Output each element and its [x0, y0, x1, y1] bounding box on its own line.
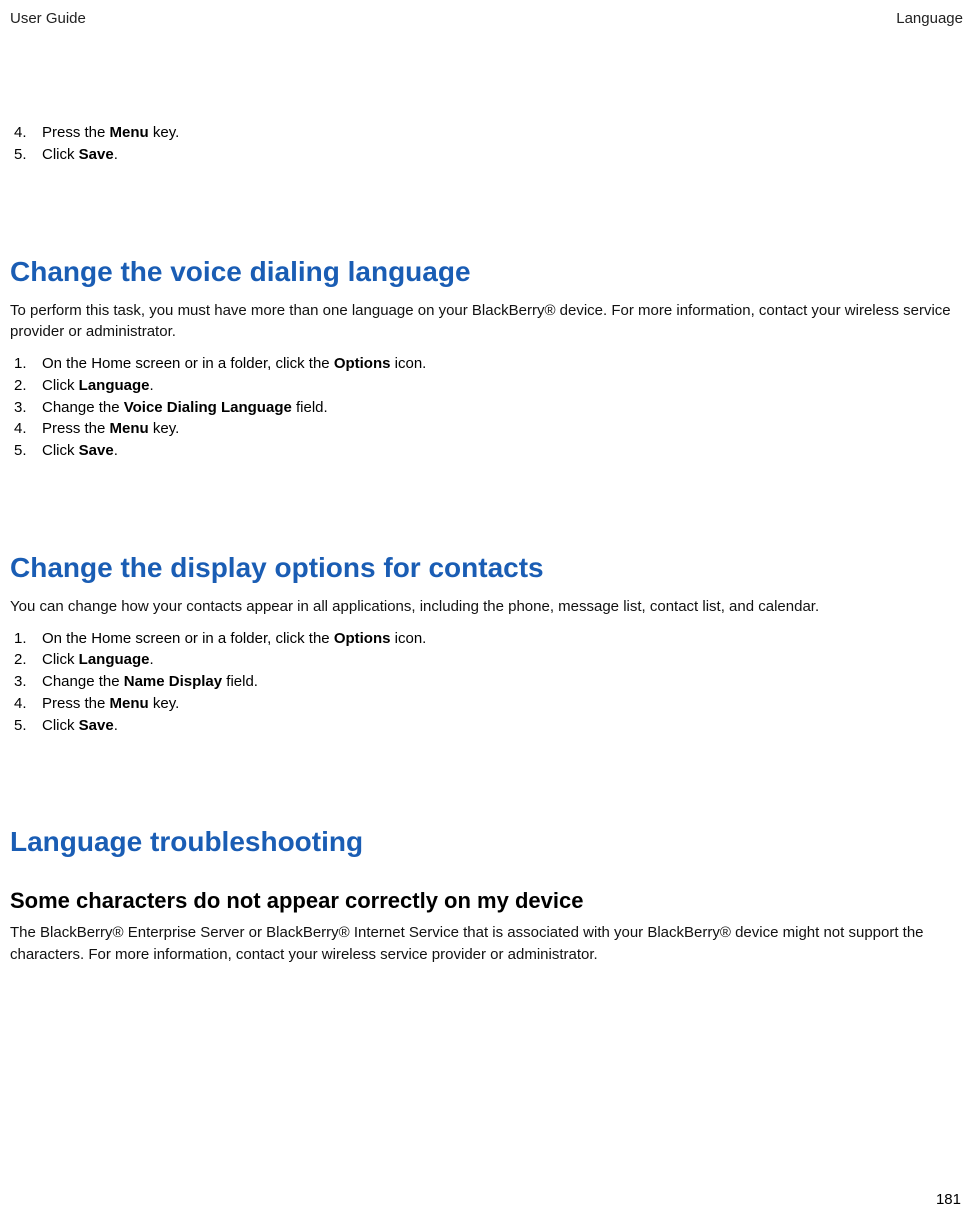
step-text: Click Save. [42, 440, 118, 462]
step-text: Click Language. [42, 375, 154, 397]
voice-dialing-steps: 1. On the Home screen or in a folder, cl… [10, 353, 963, 462]
step-number: 5. [14, 440, 42, 462]
page-content: 4. Press the Menu key. 5. Click Save. Ch… [10, 122, 963, 966]
list-item: 5. Click Save. [14, 715, 963, 737]
list-item: 2. Click Language. [14, 649, 963, 671]
step-text: Change the Voice Dialing Language field. [42, 397, 328, 419]
intro-paragraph: To perform this task, you must have more… [10, 300, 963, 344]
step-text: Click Language. [42, 649, 154, 671]
step-number: 1. [14, 353, 42, 375]
heading-troubleshooting: Language troubleshooting [10, 826, 963, 858]
step-number: 5. [14, 144, 42, 166]
heading-voice-dialing: Change the voice dialing language [10, 256, 963, 288]
step-number: 4. [14, 418, 42, 440]
list-item: 4. Press the Menu key. [14, 418, 963, 440]
list-item: 5. Click Save. [14, 440, 963, 462]
step-number: 1. [14, 628, 42, 650]
step-number: 3. [14, 671, 42, 693]
header-right: Language [896, 10, 963, 27]
step-number: 2. [14, 649, 42, 671]
list-item: 2. Click Language. [14, 375, 963, 397]
step-number: 4. [14, 122, 42, 144]
subheading-characters: Some characters do not appear correctly … [10, 888, 963, 914]
step-text: On the Home screen or in a folder, click… [42, 628, 426, 650]
list-item: 3. Change the Voice Dialing Language fie… [14, 397, 963, 419]
step-text: Press the Menu key. [42, 122, 179, 144]
step-number: 3. [14, 397, 42, 419]
list-item: 1. On the Home screen or in a folder, cl… [14, 628, 963, 650]
step-text: Click Save. [42, 715, 118, 737]
display-options-steps: 1. On the Home screen or in a folder, cl… [10, 628, 963, 737]
step-number: 5. [14, 715, 42, 737]
step-number: 2. [14, 375, 42, 397]
list-item: 1. On the Home screen or in a folder, cl… [14, 353, 963, 375]
intro-steps-list: 4. Press the Menu key. 5. Click Save. [10, 122, 963, 166]
page-number: 181 [936, 1191, 961, 1208]
list-item: 4. Press the Menu key. [14, 693, 963, 715]
list-item: 5. Click Save. [14, 144, 963, 166]
list-item: 4. Press the Menu key. [14, 122, 963, 144]
step-text: Press the Menu key. [42, 418, 179, 440]
step-text: Press the Menu key. [42, 693, 179, 715]
step-text: On the Home screen or in a folder, click… [42, 353, 426, 375]
step-number: 4. [14, 693, 42, 715]
step-text: Change the Name Display field. [42, 671, 258, 693]
list-item: 3. Change the Name Display field. [14, 671, 963, 693]
header-left: User Guide [10, 10, 86, 27]
heading-display-options: Change the display options for contacts [10, 552, 963, 584]
step-text: Click Save. [42, 144, 118, 166]
page-header: User Guide Language [10, 10, 963, 27]
intro-paragraph: You can change how your contacts appear … [10, 596, 963, 618]
troubleshooting-paragraph: The BlackBerry® Enterprise Server or Bla… [10, 922, 963, 966]
